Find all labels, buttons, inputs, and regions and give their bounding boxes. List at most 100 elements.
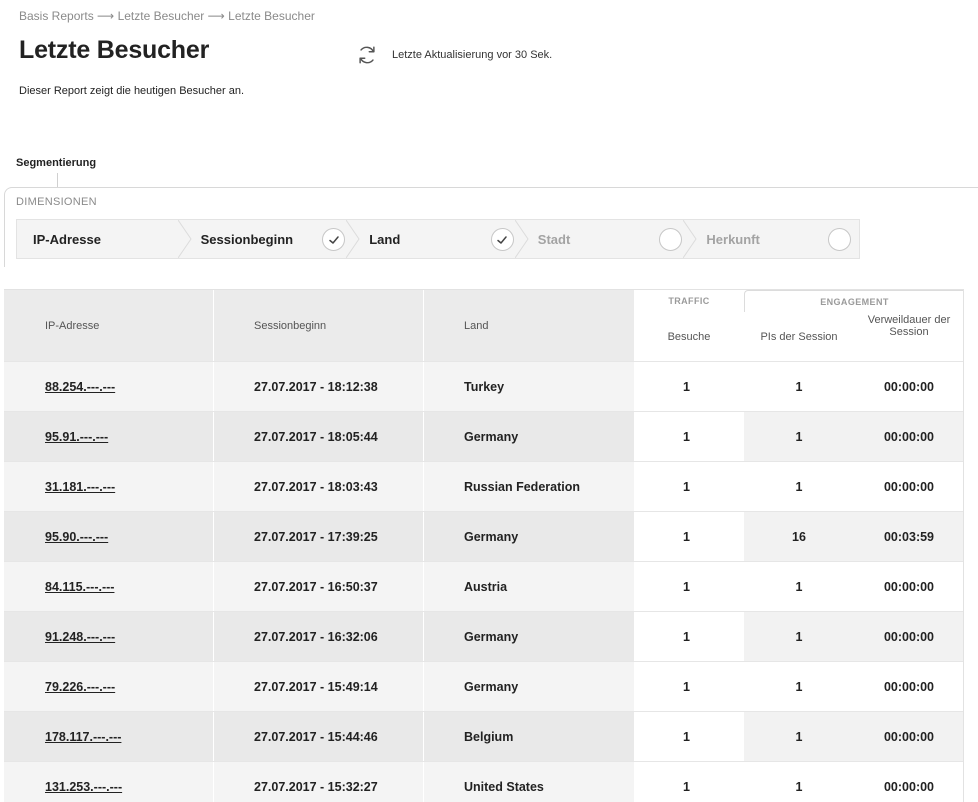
column-header-visits[interactable]: Besuche (634, 312, 744, 361)
ip-address-link[interactable]: 91.248.---.--- (45, 630, 115, 644)
duration-cell: 00:00:00 (883, 479, 935, 494)
country-cell: Germany (464, 629, 519, 644)
visits-cell: 1 (683, 579, 690, 594)
empty-checkbox-icon[interactable] (659, 228, 683, 251)
refresh-icon[interactable] (356, 44, 378, 71)
column-divider (423, 512, 424, 561)
ip-address-link[interactable]: 84.115.---.--- (45, 580, 114, 594)
pis-cell: 1 (795, 579, 803, 594)
country-cell: Turkey (464, 379, 505, 394)
visits-cell: 1 (683, 379, 690, 394)
duration-cell: 00:00:00 (883, 379, 935, 394)
ip-address-link[interactable]: 178.117.---.--- (45, 730, 121, 744)
visits-cell: 1 (683, 779, 690, 794)
duration-cell: 00:00:00 (883, 779, 935, 794)
column-header-pis[interactable]: PIs der Session (744, 312, 854, 361)
ip-address-link[interactable]: 131.253.---.--- (45, 780, 122, 794)
empty-checkbox-icon[interactable] (827, 228, 851, 251)
duration-cell: 00:03:59 (883, 529, 935, 544)
checkmark-icon[interactable] (322, 228, 346, 251)
breadcrumb[interactable]: Basis Reports ⟶ Letzte Besucher ⟶ Letzte… (19, 9, 315, 23)
dimension-label: Land (369, 231, 401, 247)
dimension-session-start[interactable]: Sessionbeginn (185, 220, 360, 258)
table-header: IP-Adresse Sessionbeginn Land TRAFFIC EN… (4, 289, 964, 361)
pis-cell: 1 (795, 629, 803, 644)
column-header-duration[interactable]: Verweildauer der Session (854, 314, 964, 363)
visits-cell: 1 (683, 529, 690, 544)
visits-cell: 1 (683, 729, 690, 744)
column-divider (423, 712, 424, 761)
column-divider (213, 762, 214, 802)
chevron-separator (514, 220, 529, 258)
column-divider (213, 462, 214, 511)
table-row[interactable]: 79.226.---.--- 27.07.2017 - 15:49:14 Ger… (4, 661, 964, 711)
pis-cell: 1 (795, 479, 803, 494)
pis-cell: 1 (795, 779, 803, 794)
pis-cell: 1 (795, 679, 803, 694)
table-right-border (963, 289, 964, 802)
table-row[interactable]: 95.90.---.--- 27.07.2017 - 17:39:25 Germ… (4, 511, 964, 561)
pis-cell: 16 (792, 529, 806, 544)
table-row[interactable]: 88.254.---.--- 27.07.2017 - 18:12:38 Tur… (4, 361, 964, 411)
column-divider (213, 412, 214, 461)
dimension-label: Stadt (537, 231, 571, 247)
column-divider (423, 362, 424, 411)
visits-cell: 1 (683, 479, 690, 494)
ip-address-link[interactable]: 95.90.---.--- (45, 530, 108, 544)
table-row[interactable]: 31.181.---.--- 27.07.2017 - 18:03:43 Rus… (4, 461, 964, 511)
table-row[interactable]: 84.115.---.--- 27.07.2017 - 16:50:37 Aus… (4, 561, 964, 611)
visits-cell: 1 (683, 679, 690, 694)
column-header-session-start[interactable]: Sessionbeginn (254, 290, 326, 361)
column-divider (423, 762, 424, 802)
country-cell: Russian Federation (464, 479, 580, 494)
column-divider (213, 662, 214, 711)
column-divider (423, 662, 424, 711)
ip-address-link[interactable]: 88.254.---.--- (45, 380, 115, 394)
dimensions-bar: IP-Adresse Sessionbeginn Land Stadt Herk… (16, 219, 860, 259)
country-cell: Germany (464, 529, 519, 544)
column-divider (423, 290, 424, 361)
report-description: Dieser Report zeigt die heutigen Besuche… (19, 85, 245, 97)
session-start-cell: 27.07.2017 - 15:44:46 (254, 729, 378, 744)
duration-cell: 00:00:00 (883, 629, 935, 644)
group-header-traffic: TRAFFIC (668, 296, 710, 306)
column-divider (213, 612, 214, 661)
ip-address-link[interactable]: 95.91.---.--- (45, 430, 108, 444)
ip-address-link[interactable]: 31.181.---.--- (45, 480, 115, 494)
segmentation-title: Segmentierung (16, 157, 97, 169)
session-start-cell: 27.07.2017 - 16:50:37 (254, 579, 378, 594)
column-divider (423, 412, 424, 461)
dimension-label: IP-Adresse (33, 231, 101, 247)
dimensions-label: DIMENSIONEN (16, 196, 97, 208)
dimension-country[interactable]: Land (353, 220, 529, 258)
table-row[interactable]: 91.248.---.--- 27.07.2017 - 16:32:06 Ger… (4, 611, 964, 661)
column-divider (213, 290, 214, 361)
visits-cell: 1 (683, 429, 690, 444)
table-row[interactable]: 95.91.---.--- 27.07.2017 - 18:05:44 Germ… (4, 411, 964, 461)
column-divider (423, 562, 424, 611)
chevron-separator (683, 220, 697, 258)
refresh-status: Letzte Aktualisierung vor 30 Sek. (356, 44, 552, 71)
dimension-ip-address[interactable]: IP-Adresse (17, 220, 192, 258)
table-body: 88.254.---.--- 27.07.2017 - 18:12:38 Tur… (4, 361, 964, 802)
segmentation-pointer (57, 173, 58, 187)
duration-cell: 00:00:00 (883, 429, 935, 444)
session-start-cell: 27.07.2017 - 17:39:25 (254, 529, 378, 544)
chevron-separator (177, 220, 192, 258)
table-row[interactable]: 131.253.---.--- 27.07.2017 - 15:32:27 Un… (4, 761, 964, 802)
column-header-country[interactable]: Land (464, 290, 488, 361)
visitors-table: IP-Adresse Sessionbeginn Land TRAFFIC EN… (4, 289, 964, 802)
page-title: Letzte Besucher (19, 36, 210, 64)
refresh-text: Letzte Aktualisierung vor 30 Sek. (392, 49, 553, 61)
dimension-source[interactable]: Herkunft (690, 220, 859, 258)
ip-address-link[interactable]: 79.226.---.--- (45, 680, 115, 694)
column-header-ip[interactable]: IP-Adresse (45, 290, 99, 361)
column-divider (213, 712, 214, 761)
session-start-cell: 27.07.2017 - 15:49:14 (254, 679, 378, 694)
session-start-cell: 27.07.2017 - 15:32:27 (254, 779, 378, 794)
table-row[interactable]: 178.117.---.--- 27.07.2017 - 15:44:46 Be… (4, 711, 964, 761)
checkmark-icon[interactable] (490, 228, 514, 251)
dimension-city[interactable]: Stadt (522, 220, 697, 258)
duration-cell: 00:00:00 (883, 579, 935, 594)
column-divider (423, 612, 424, 661)
